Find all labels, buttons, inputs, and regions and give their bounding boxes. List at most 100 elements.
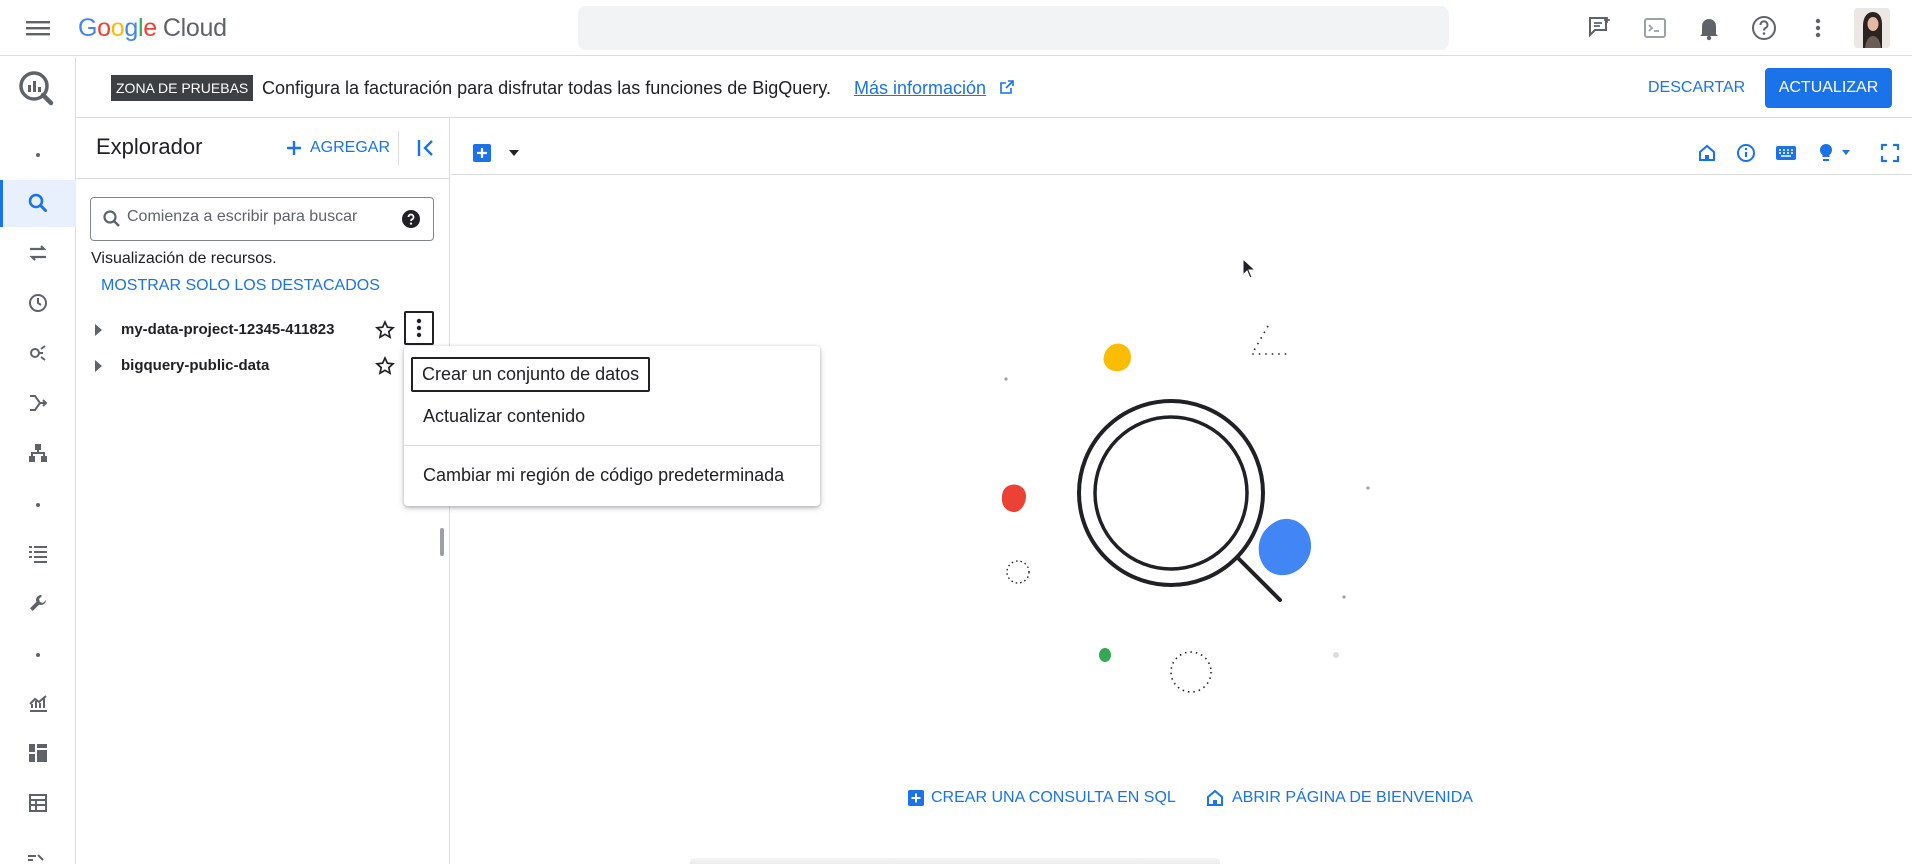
rail-item-search[interactable]	[0, 180, 76, 226]
help-icon[interactable]	[401, 209, 421, 229]
feedback-icon	[1589, 17, 1610, 38]
collapse-left-icon	[417, 140, 433, 156]
menu-item-label: Crear un conjunto de datos	[411, 357, 651, 392]
dot-icon	[36, 653, 40, 657]
more-vert-icon	[1815, 18, 1821, 38]
logo-cloud: Cloud	[162, 13, 227, 42]
help-icon	[1752, 16, 1776, 40]
rail-item-dot[interactable]	[0, 132, 76, 178]
rail-item-scheduled-queries[interactable]	[0, 280, 76, 326]
clock-icon	[29, 294, 47, 312]
rail-item-lineage[interactable]	[0, 430, 76, 476]
add-button[interactable]: AGREGAR	[284, 136, 390, 160]
fullscreen-button[interactable]	[1878, 141, 1902, 165]
info-icon	[1737, 144, 1755, 162]
sandbox-badge: ZONA DE PRUEBAS	[111, 75, 254, 101]
logo-google: Google	[78, 14, 157, 43]
cursor-arrow-icon	[1242, 258, 1256, 279]
rail-item-monitoring[interactable]	[0, 680, 76, 726]
star-icon[interactable]	[375, 320, 395, 340]
mouse-cursor	[1242, 258, 1256, 280]
rail-item-capacity[interactable]	[0, 730, 76, 776]
logo-letter: G	[78, 13, 98, 42]
add-box-icon	[908, 790, 924, 806]
rail-item-more-icon[interactable]	[26, 852, 46, 864]
help-button[interactable]	[1748, 12, 1780, 44]
terminal-icon	[1644, 18, 1666, 38]
rail-item-analytics-hub[interactable]	[0, 330, 76, 376]
welcome-illustration	[990, 310, 1390, 710]
dismiss-button[interactable]: DESCARTAR	[1640, 70, 1753, 106]
notifications-icon	[1700, 19, 1718, 41]
rail-item-dot[interactable]	[0, 482, 76, 528]
swap-arrows-icon	[29, 245, 47, 261]
star-icon[interactable]	[375, 356, 395, 376]
new-tab-button[interactable]	[470, 141, 494, 165]
open-in-new-icon	[999, 79, 1015, 95]
expand-caret-icon[interactable]	[92, 359, 104, 373]
project-actions-button[interactable]	[404, 311, 434, 345]
fullscreen-icon	[1880, 143, 1900, 163]
menu-icon	[26, 21, 50, 36]
show-starred-only-link[interactable]: MOSTRAR SOLO LOS DESTACADOS	[101, 277, 380, 295]
menu-item-refresh-contents[interactable]: Actualizar contenido	[404, 402, 820, 430]
pipeline-icon	[30, 395, 48, 411]
home-button[interactable]	[1695, 141, 1719, 165]
learn-more-link[interactable]: Más información	[854, 75, 986, 101]
list-icon	[29, 546, 47, 563]
project-name: bigquery-public-data	[121, 357, 270, 374]
project-name: my-data-project-12345-411823	[121, 321, 335, 338]
magnifier-illustration-icon	[1001, 325, 1370, 693]
rail-item-dataform[interactable]	[0, 380, 76, 426]
search-icon	[28, 193, 47, 212]
cloud-shell-button[interactable]	[1639, 12, 1671, 44]
menu-item-change-default-region[interactable]: Cambiar mi región de código predetermina…	[404, 461, 820, 489]
rail-item-dot[interactable]	[0, 632, 76, 678]
expand-caret-icon[interactable]	[92, 323, 104, 337]
update-button[interactable]: ACTUALIZAR	[1765, 68, 1892, 108]
create-sql-query-label: CREAR UNA CONSULTA EN SQL	[931, 789, 1176, 806]
rail-item-jobs[interactable]	[0, 530, 76, 576]
home-icon	[1207, 789, 1223, 806]
dot-icon	[36, 153, 40, 157]
global-search-bar[interactable]	[578, 6, 1449, 50]
create-sql-query-link[interactable]: CREAR UNA CONSULTA EN SQL	[907, 786, 1176, 810]
logo-letter: e	[143, 13, 157, 42]
more-vert-icon	[416, 318, 422, 338]
feedback-button[interactable]	[1584, 12, 1616, 44]
collapse-explorer-button[interactable]	[414, 134, 438, 162]
logo-letter: o	[97, 13, 111, 42]
main-menu-button[interactable]	[22, 14, 56, 42]
more-options-button[interactable]	[1802, 12, 1834, 44]
keyboard-shortcuts-button[interactable]	[1774, 141, 1798, 165]
dot-icon	[36, 503, 40, 507]
open-welcome-page-label: ABRIR PÁGINA DE BIENVENIDA	[1232, 789, 1473, 806]
home-icon	[1699, 144, 1715, 161]
project-row[interactable]: my-data-project-12345-411823	[76, 312, 449, 348]
rail-item-data-transfers[interactable]	[0, 230, 76, 276]
plus-icon	[287, 141, 301, 155]
rail-item-reservations[interactable]	[0, 780, 76, 826]
user-photo	[1854, 8, 1890, 48]
logo-letter: g	[124, 13, 138, 42]
avatar[interactable]	[1854, 8, 1890, 48]
explorer-divider	[76, 178, 450, 179]
open-welcome-page-link[interactable]: ABRIR PÁGINA DE BIENVENIDA	[1206, 786, 1473, 810]
explorer-title: Explorador	[96, 134, 203, 159]
analytics-hub-icon	[30, 345, 46, 361]
google-cloud-logo[interactable]: Google Cloud	[78, 10, 227, 46]
wrench-icon	[30, 595, 46, 611]
rail-item-settings[interactable]	[0, 580, 76, 626]
workspace-toolbar	[451, 118, 1912, 175]
add-button-label: AGREGAR	[310, 139, 391, 156]
explorer-search-field[interactable]	[90, 197, 434, 241]
menu-item-create-dataset[interactable]: Crear un conjunto de datos	[404, 357, 820, 392]
info-button[interactable]	[1734, 141, 1758, 165]
project-row[interactable]: bigquery-public-data	[76, 348, 449, 384]
new-tab-dropdown[interactable]	[502, 141, 526, 165]
tips-button[interactable]	[1814, 141, 1854, 165]
explorer-search-input[interactable]	[127, 208, 387, 226]
keyboard-icon	[1776, 146, 1796, 160]
notifications-button[interactable]	[1693, 12, 1725, 44]
explorer-scrollbar[interactable]	[440, 528, 444, 556]
